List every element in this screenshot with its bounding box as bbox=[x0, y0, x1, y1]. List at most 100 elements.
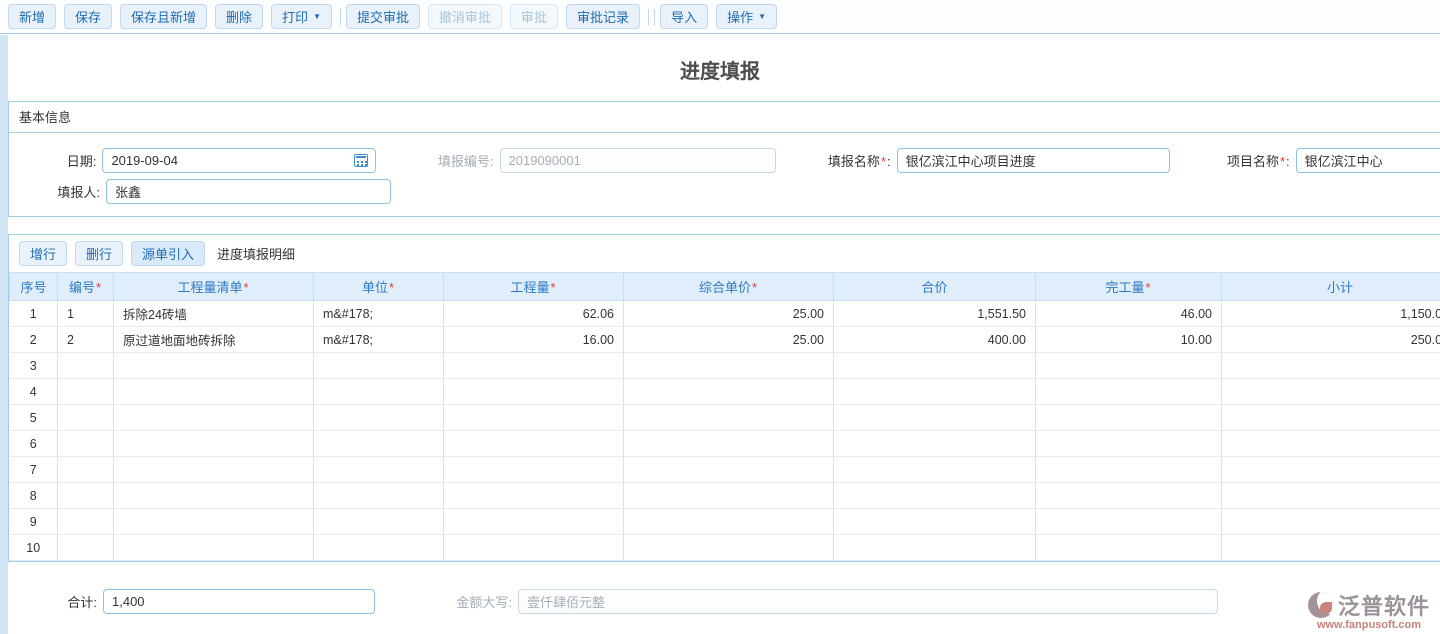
table-cell[interactable]: 400.00 bbox=[834, 327, 1036, 353]
table-cell[interactable] bbox=[114, 431, 314, 457]
table-cell[interactable] bbox=[114, 379, 314, 405]
table-cell[interactable] bbox=[314, 379, 444, 405]
table-cell[interactable] bbox=[58, 509, 114, 535]
table-cell[interactable] bbox=[1036, 379, 1222, 405]
total-input[interactable] bbox=[103, 589, 375, 614]
reporter-input[interactable] bbox=[106, 179, 391, 204]
table-cell[interactable] bbox=[444, 379, 624, 405]
table-cell[interactable] bbox=[624, 535, 834, 561]
table-cell[interactable] bbox=[1036, 457, 1222, 483]
table-cell[interactable] bbox=[1222, 353, 1440, 379]
table-cell[interactable] bbox=[444, 509, 624, 535]
table-cell[interactable] bbox=[114, 457, 314, 483]
date-input[interactable] bbox=[102, 148, 376, 173]
source-import-button[interactable]: 源单引入 bbox=[131, 241, 205, 266]
table-cell[interactable] bbox=[834, 431, 1036, 457]
table-cell[interactable] bbox=[1036, 431, 1222, 457]
table-cell[interactable] bbox=[624, 405, 834, 431]
table-cell[interactable] bbox=[1222, 509, 1440, 535]
table-cell[interactable] bbox=[1036, 483, 1222, 509]
table-cell[interactable] bbox=[58, 431, 114, 457]
table-cell[interactable] bbox=[1036, 535, 1222, 561]
table-cell[interactable] bbox=[314, 535, 444, 561]
add-row-button[interactable]: 增行 bbox=[19, 241, 67, 266]
table-cell[interactable]: 16.00 bbox=[444, 327, 624, 353]
table-cell[interactable]: 250.00 bbox=[1222, 327, 1440, 353]
table-cell[interactable] bbox=[834, 457, 1036, 483]
table-cell[interactable] bbox=[1036, 405, 1222, 431]
table-cell[interactable] bbox=[1222, 405, 1440, 431]
table-cell[interactable]: m&#178; bbox=[314, 327, 444, 353]
delete-row-button[interactable]: 删行 bbox=[75, 241, 123, 266]
table-cell[interactable] bbox=[834, 535, 1036, 561]
table-cell[interactable] bbox=[1222, 457, 1440, 483]
table-cell[interactable] bbox=[624, 509, 834, 535]
table-cell[interactable] bbox=[1222, 535, 1440, 561]
table-cell[interactable] bbox=[624, 457, 834, 483]
table-cell[interactable] bbox=[444, 353, 624, 379]
table-cell[interactable] bbox=[58, 405, 114, 431]
table-cell[interactable] bbox=[624, 353, 834, 379]
table-cell[interactable] bbox=[314, 457, 444, 483]
table-cell[interactable] bbox=[834, 353, 1036, 379]
table-cell[interactable] bbox=[444, 431, 624, 457]
delete-button[interactable]: 删除 bbox=[215, 4, 263, 29]
table-cell[interactable] bbox=[1036, 509, 1222, 535]
print-dropdown-button[interactable]: 打印▼ bbox=[271, 4, 332, 29]
table-cell[interactable] bbox=[1036, 353, 1222, 379]
table-cell[interactable] bbox=[314, 483, 444, 509]
table-cell[interactable] bbox=[114, 483, 314, 509]
column-header: 工程量清单* bbox=[114, 273, 314, 301]
calendar-icon[interactable] bbox=[354, 154, 368, 167]
table-cell[interactable]: 25.00 bbox=[624, 301, 834, 327]
import-button[interactable]: 导入 bbox=[660, 4, 708, 29]
table-cell[interactable] bbox=[314, 405, 444, 431]
row-index-cell: 8 bbox=[10, 483, 58, 509]
table-cell[interactable] bbox=[624, 379, 834, 405]
project-name-input[interactable] bbox=[1296, 148, 1440, 173]
table-cell[interactable] bbox=[314, 509, 444, 535]
submit-approval-button[interactable]: 提交审批 bbox=[346, 4, 420, 29]
table-cell[interactable] bbox=[114, 405, 314, 431]
table-cell[interactable] bbox=[624, 431, 834, 457]
approval-records-button[interactable]: 审批记录 bbox=[566, 4, 640, 29]
table-cell[interactable]: m&#178; bbox=[314, 301, 444, 327]
table-cell[interactable] bbox=[444, 483, 624, 509]
table-cell[interactable]: 1,551.50 bbox=[834, 301, 1036, 327]
table-cell[interactable] bbox=[114, 535, 314, 561]
operate-dropdown-button[interactable]: 操作▼ bbox=[716, 4, 777, 29]
table-cell[interactable] bbox=[1222, 379, 1440, 405]
table-cell[interactable] bbox=[834, 405, 1036, 431]
table-cell[interactable] bbox=[624, 483, 834, 509]
table-cell[interactable] bbox=[58, 353, 114, 379]
table-cell[interactable]: 25.00 bbox=[624, 327, 834, 353]
table-cell[interactable]: 1 bbox=[58, 301, 114, 327]
table-cell[interactable] bbox=[1222, 431, 1440, 457]
table-cell[interactable] bbox=[834, 483, 1036, 509]
table-cell[interactable]: 2 bbox=[58, 327, 114, 353]
table-cell[interactable]: 拆除24砖墙 bbox=[114, 301, 314, 327]
new-button[interactable]: 新增 bbox=[8, 4, 56, 29]
table-cell[interactable] bbox=[58, 379, 114, 405]
table-cell[interactable] bbox=[444, 405, 624, 431]
table-cell[interactable]: 原过道地面地砖拆除 bbox=[114, 327, 314, 353]
table-cell[interactable] bbox=[114, 509, 314, 535]
table-cell[interactable] bbox=[58, 457, 114, 483]
table-cell[interactable]: 10.00 bbox=[1036, 327, 1222, 353]
table-cell[interactable] bbox=[314, 431, 444, 457]
table-cell[interactable]: 62.06 bbox=[444, 301, 624, 327]
table-cell[interactable] bbox=[444, 457, 624, 483]
table-cell[interactable] bbox=[58, 483, 114, 509]
table-cell[interactable]: 46.00 bbox=[1036, 301, 1222, 327]
table-cell[interactable] bbox=[834, 509, 1036, 535]
save-button[interactable]: 保存 bbox=[64, 4, 112, 29]
table-cell[interactable] bbox=[114, 353, 314, 379]
table-cell[interactable]: 1,150.00 bbox=[1222, 301, 1440, 327]
report-name-input[interactable] bbox=[897, 148, 1171, 173]
table-cell[interactable] bbox=[1222, 483, 1440, 509]
save-and-new-button[interactable]: 保存且新增 bbox=[120, 4, 207, 29]
table-cell[interactable] bbox=[58, 535, 114, 561]
table-cell[interactable] bbox=[834, 379, 1036, 405]
table-cell[interactable] bbox=[314, 353, 444, 379]
table-cell[interactable] bbox=[444, 535, 624, 561]
